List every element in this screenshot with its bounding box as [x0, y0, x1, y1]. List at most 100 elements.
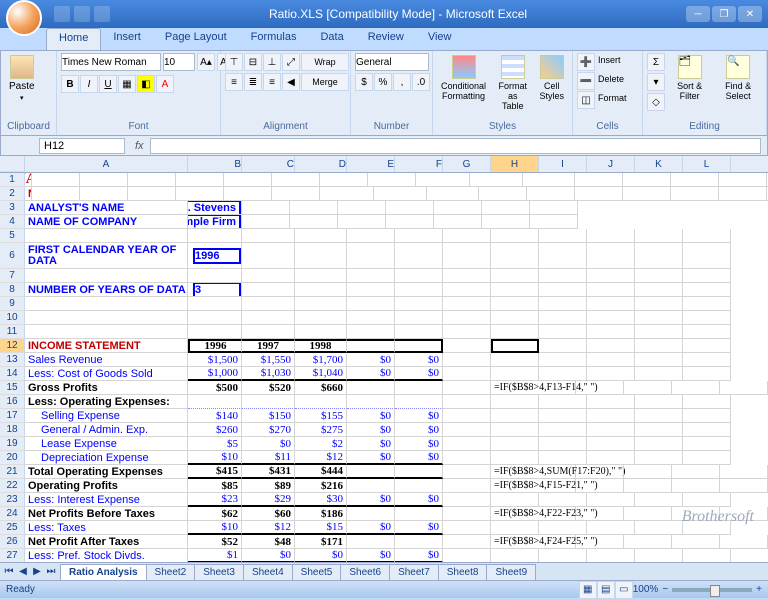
cell[interactable]	[587, 297, 635, 311]
cell[interactable]	[443, 381, 491, 395]
format-table-button[interactable]: Format as Table	[493, 53, 532, 113]
cell[interactable]	[395, 229, 443, 243]
cell[interactable]	[482, 215, 530, 229]
cell[interactable]	[635, 353, 683, 367]
cell[interactable]	[587, 311, 635, 325]
align-mid-icon[interactable]: ⊟	[244, 53, 262, 71]
cell[interactable]	[539, 451, 587, 465]
cell[interactable]: $431	[242, 465, 295, 479]
cell[interactable]: $0	[347, 549, 395, 562]
cell[interactable]	[347, 535, 395, 549]
cell[interactable]	[443, 243, 491, 269]
cell[interactable]: $0	[347, 353, 395, 367]
cell[interactable]	[443, 325, 491, 339]
cell[interactable]: $270	[242, 423, 295, 437]
cell[interactable]: NAME OF COMPANY	[25, 215, 188, 229]
cell[interactable]	[320, 187, 374, 201]
cell[interactable]	[683, 297, 731, 311]
cell[interactable]	[635, 297, 683, 311]
cell[interactable]	[482, 201, 530, 215]
cell[interactable]	[576, 479, 624, 493]
cell[interactable]	[624, 479, 672, 493]
cell[interactable]	[347, 229, 395, 243]
sheet-tab[interactable]: Sheet9	[486, 564, 536, 580]
cell[interactable]	[672, 479, 720, 493]
cell[interactable]	[395, 535, 443, 549]
row-header[interactable]: 19	[0, 437, 25, 451]
cell[interactable]: $0	[347, 423, 395, 437]
cell[interactable]: =IF($B$8>4,F15-F21," ")	[491, 479, 576, 493]
cell[interactable]	[347, 507, 395, 521]
cell[interactable]: $0	[242, 549, 295, 562]
cell[interactable]	[587, 437, 635, 451]
cell[interactable]	[587, 229, 635, 243]
cell[interactable]	[443, 353, 491, 367]
cell[interactable]	[443, 465, 491, 479]
fill-icon[interactable]: ▾	[647, 73, 665, 91]
cell[interactable]	[587, 243, 635, 269]
cell[interactable]: $216	[295, 479, 347, 493]
cell[interactable]: $0	[347, 367, 395, 381]
cell[interactable]: $1,030	[242, 367, 295, 381]
cell[interactable]	[587, 353, 635, 367]
cell[interactable]	[576, 535, 624, 549]
cell[interactable]: Less: Interest Expense	[25, 493, 188, 507]
row-header[interactable]: 23	[0, 493, 25, 507]
cell[interactable]: Net Profit After Taxes	[25, 535, 188, 549]
cell[interactable]	[443, 283, 491, 297]
cell[interactable]	[242, 229, 295, 243]
cell[interactable]	[539, 423, 587, 437]
clear-icon[interactable]: ◇	[647, 93, 665, 111]
row-header[interactable]: 21	[0, 465, 25, 479]
cell[interactable]	[242, 269, 295, 283]
col-header[interactable]: J	[587, 156, 635, 172]
cell[interactable]: FINANCIAL ANALYSIS MODEL	[25, 173, 32, 187]
cell[interactable]: $415	[188, 465, 242, 479]
cell[interactable]	[347, 297, 395, 311]
grow-font-icon[interactable]: A▴	[197, 53, 215, 71]
cell[interactable]	[188, 311, 242, 325]
cell[interactable]	[25, 311, 188, 325]
sheet-tab[interactable]: Sheet2	[146, 564, 196, 580]
number-format-select[interactable]	[355, 53, 429, 71]
cell[interactable]: $52	[188, 535, 242, 549]
minimize-button[interactable]: ─	[686, 6, 710, 22]
cell[interactable]	[539, 353, 587, 367]
cell[interactable]	[347, 311, 395, 325]
zoom-slider[interactable]	[672, 588, 752, 592]
view-break-icon[interactable]: ▭	[615, 581, 633, 599]
view-normal-icon[interactable]: ▦	[579, 581, 597, 599]
col-header[interactable]: K	[635, 156, 683, 172]
sheet-tab[interactable]: Sheet7	[389, 564, 439, 580]
cell[interactable]	[587, 269, 635, 283]
cell[interactable]	[395, 479, 443, 493]
cell[interactable]: $186	[295, 507, 347, 521]
save-icon[interactable]	[54, 6, 70, 22]
cell[interactable]	[491, 521, 539, 535]
tab-formulas[interactable]: Formulas	[239, 28, 309, 50]
cell[interactable]: $0	[395, 367, 443, 381]
cell[interactable]	[295, 243, 347, 269]
cell[interactable]	[443, 229, 491, 243]
cell[interactable]	[25, 325, 188, 339]
restore-button[interactable]: ❐	[712, 6, 736, 22]
select-all-corner[interactable]	[0, 156, 25, 172]
cell[interactable]: Sample Firm	[188, 215, 242, 229]
cell[interactable]: General / Admin. Exp.	[25, 423, 188, 437]
col-header[interactable]: H	[491, 156, 539, 172]
cell[interactable]	[530, 201, 578, 215]
cell[interactable]	[491, 283, 539, 297]
cell[interactable]	[491, 423, 539, 437]
cell[interactable]	[443, 311, 491, 325]
cell[interactable]: Dr. Glenn L. Stevens	[188, 201, 242, 215]
cell[interactable]	[443, 297, 491, 311]
row-header[interactable]: 3	[0, 201, 25, 215]
cell[interactable]	[539, 395, 587, 409]
cell[interactable]: $0	[242, 437, 295, 451]
cell[interactable]: $30	[295, 493, 347, 507]
cell[interactable]	[539, 437, 587, 451]
paste-button[interactable]: Paste▾	[5, 53, 39, 104]
cell[interactable]	[576, 465, 624, 479]
cell[interactable]	[575, 187, 623, 201]
cell[interactable]	[587, 423, 635, 437]
